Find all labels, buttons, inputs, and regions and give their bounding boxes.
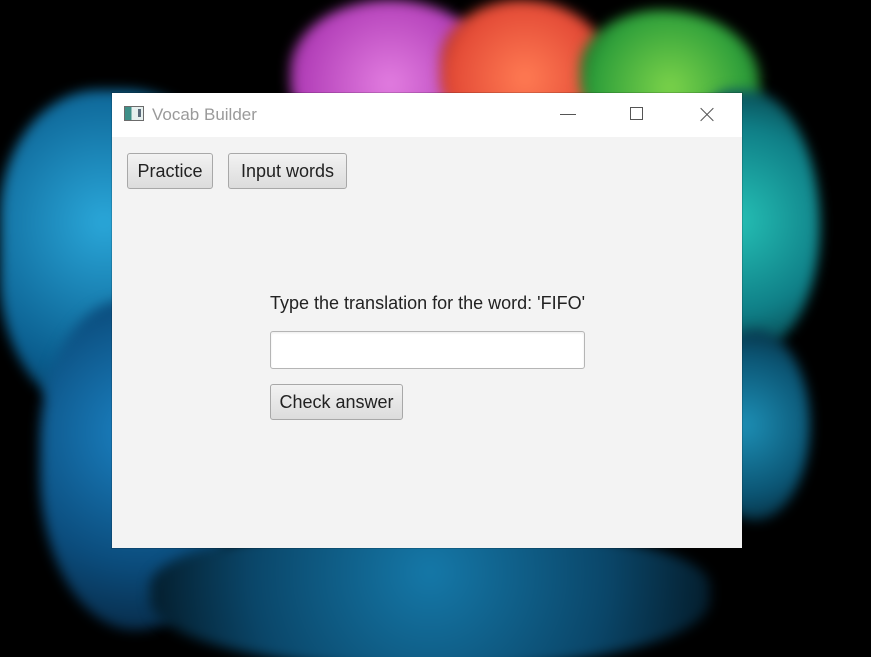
app-window-icon bbox=[124, 106, 144, 121]
minimize-button[interactable] bbox=[545, 93, 591, 137]
check-answer-button[interactable]: Check answer bbox=[270, 384, 403, 420]
window-title: Vocab Builder bbox=[152, 105, 257, 124]
app-window: Vocab Builder Practice Input words Type … bbox=[112, 93, 742, 548]
desktop: Vocab Builder Practice Input words Type … bbox=[0, 0, 871, 657]
minimize-icon bbox=[560, 114, 576, 115]
translation-prompt: Type the translation for the word: 'FIFO… bbox=[270, 293, 586, 313]
maximize-icon bbox=[630, 107, 643, 120]
wallpaper-shape bbox=[150, 530, 710, 657]
input-words-button[interactable]: Input words bbox=[228, 153, 347, 189]
practice-button[interactable]: Practice bbox=[127, 153, 213, 189]
title-bar[interactable]: Vocab Builder bbox=[112, 93, 742, 137]
close-button[interactable] bbox=[683, 93, 729, 137]
maximize-button[interactable] bbox=[614, 93, 660, 137]
answer-input[interactable] bbox=[270, 331, 585, 369]
